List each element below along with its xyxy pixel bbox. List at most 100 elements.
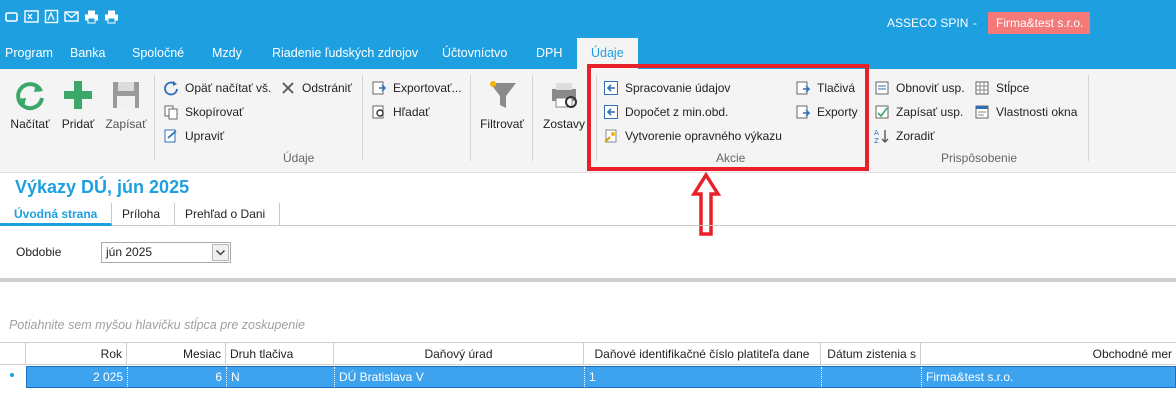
table-row[interactable]: 2 025 6 N DÚ Bratislava V 1 Firma&test s… [26,366,1176,388]
menu-banka[interactable]: Banka [70,38,105,69]
upravit-button[interactable]: Upraviť [163,128,224,144]
odstranit-button[interactable]: Odstrániť [280,80,352,96]
email-icon[interactable] [64,9,79,24]
tab-bar: Úvodná strana Príloha Prehľad o Dani [0,203,1176,226]
obdobie-value: jún 2025 [106,245,153,259]
zapisat-label: Zapísať [105,117,147,131]
page-title: Výkazy DÚ, jún 2025 [15,177,190,197]
skopirovat-label: Skopírovať [185,105,244,119]
hladat-button[interactable]: Hľadať [371,104,430,120]
menu-riadenie-ludskych-zdrojov[interactable]: Riadenie ľudských zdrojov [272,38,418,69]
plus-icon [64,81,92,109]
column-header-mesiac[interactable]: Mesiac [127,343,226,365]
menu-uctovnictvo[interactable]: Účtovníctvo [442,38,507,69]
title-bar: ASSECO SPIN - Firma&test s.r.o. [0,0,1176,38]
cell-obchodne-meno[interactable]: Firma&test s.r.o. [922,367,1175,387]
window-properties-icon [975,105,989,119]
opat-nacitat-label: Opäť načítať vš. [185,81,272,95]
svg-text:A: A [874,129,879,137]
save-layout-icon [875,105,889,119]
quick-access-toolbar [4,9,119,25]
cell-druh-tlaciva[interactable]: N [227,367,335,387]
odstranit-label: Odstrániť [302,81,352,95]
tab-priloha[interactable]: Príloha [108,203,176,226]
menu-spolocne[interactable]: Spoločné [132,38,184,69]
pridat-label: Pridať [61,117,95,131]
copy-icon [164,105,178,120]
zostavy-label: Zostavy [542,117,585,131]
column-header-dic[interactable]: Daňové identifikačné číslo platiteľa dan… [584,343,821,365]
save-disk-icon [113,82,139,108]
company-badge[interactable]: Firma&test s.r.o. [988,12,1090,34]
filter-icon [490,81,516,108]
upravit-label: Upraviť [185,129,225,143]
obnovit-usp-button[interactable]: Obnoviť usp. [874,80,965,96]
obnovit-usp-label: Obnoviť usp. [896,81,965,95]
obdobie-label: Obdobie [16,245,62,259]
pdf-export-icon[interactable] [44,9,59,24]
edit-icon [164,129,177,143]
print-icon[interactable] [84,9,99,24]
columns-icon [975,81,989,95]
current-row-indicator [10,373,14,377]
skopirovat-button[interactable]: Skopírovať [163,104,244,120]
column-header-druh-tlaciva[interactable]: Druh tlačiva [226,343,334,365]
menu-mzdy[interactable]: Mzdy [212,38,242,69]
find-icon [372,105,384,119]
vlastnosti-okna-label: Vlastnosti okna [996,105,1078,119]
group-label-prispobenie: Prispôsobenie [941,151,1018,165]
reload-icon [164,81,178,96]
group-label-udaje: Údaje [283,151,315,165]
group-by-hint[interactable]: Potiahnite sem myšou hlavičku stĺpca pre… [9,318,305,332]
excel-export-icon[interactable] [24,9,39,24]
opat-nacitat-button[interactable]: Opäť načítať vš. [163,80,271,96]
grid-header: Rok Mesiac Druh tlačiva Daňový úrad Daňo… [0,342,1176,365]
pridat-button[interactable]: Pridať [58,77,98,131]
window-icon[interactable] [4,9,19,24]
zoradit-label: Zoradiť [896,129,935,143]
zapisat-button[interactable]: Zapísať [104,77,148,131]
menu-dph[interactable]: DPH [536,38,562,69]
tab-uvodna-strana[interactable]: Úvodná strana [0,203,113,226]
zapisat-usp-label: Zapísať usp. [896,105,964,119]
cell-rok[interactable]: 2 025 [27,367,128,387]
stlpce-button[interactable]: Stĺpce [974,80,1029,96]
obdobie-select[interactable]: jún 2025 [101,242,231,263]
section-divider [0,278,1176,282]
zostavy-button[interactable]: Zostavy [540,77,588,131]
highlight-box [587,64,869,171]
separator [470,75,471,161]
cell-mesiac[interactable]: 6 [128,367,227,387]
separator [1088,75,1089,161]
app-name: ASSECO SPIN [887,16,969,30]
svg-text:Z: Z [874,137,879,144]
zapisat-usp-button[interactable]: Zapísať usp. [874,104,963,120]
nacitat-button[interactable]: Načítať [8,77,52,131]
exportovat-button[interactable]: Exportovať... [371,80,462,96]
vlastnosti-okna-button[interactable]: Vlastnosti okna [974,104,1077,120]
hladat-label: Hľadať [393,105,430,119]
export-icon [372,81,387,95]
column-header-danovy-urad[interactable]: Daňový úrad [334,343,584,365]
menu-program[interactable]: Program [5,38,53,69]
nacitat-label: Načítať [10,117,50,131]
column-header-datum-zistenia[interactable]: Dátum zistenia s [821,343,921,365]
filtrovat-label: Filtrovať [480,117,524,131]
zoradit-button[interactable]: AZ Zoradiť [874,128,935,144]
column-header-rok[interactable]: Rok [26,343,127,365]
chevron-down-icon [215,249,226,256]
dropdown-button[interactable] [212,244,229,261]
sort-az-icon: AZ [874,129,889,144]
column-header-obchodne-meno[interactable]: Obchodné mer [921,343,1176,365]
tab-prehlad-o-dani[interactable]: Prehľad o Dani [171,203,281,226]
filtrovat-button[interactable]: Filtrovať [478,77,526,131]
stlpce-label: Stĺpce [996,81,1030,95]
cell-dic[interactable]: 1 [585,367,822,387]
print-preview-icon[interactable] [104,9,119,24]
cell-danovy-urad[interactable]: DÚ Bratislava V [335,367,585,387]
exportovat-label: Exportovať... [393,81,462,95]
report-print-icon [552,83,577,108]
row-indicator-header [0,343,26,365]
cell-datum-zistenia[interactable] [822,367,922,387]
title-separator: - [973,16,977,30]
